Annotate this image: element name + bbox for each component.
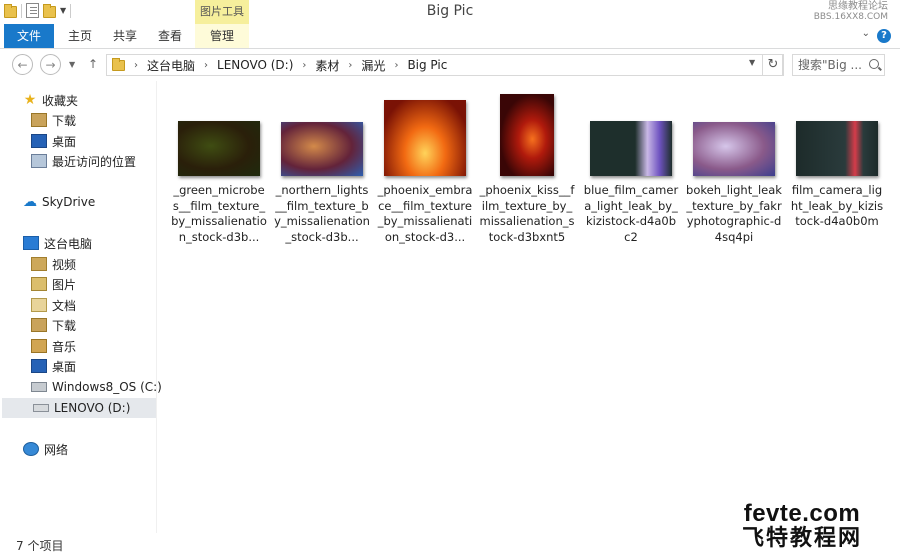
file-item[interactable]: _green_microbes__film_texture_by_missali… (171, 81, 267, 251)
navigation-bar: ← → ▼ ↑ › 这台电脑 › LENOVO (D:) › 素材 › 漏光 ›… (0, 49, 900, 81)
tab-file[interactable]: 文件 (4, 24, 54, 48)
breadcrumb-big-pic[interactable]: Big Pic (407, 58, 447, 72)
music-folder-icon (31, 339, 47, 353)
tab-share[interactable]: 共享 (103, 24, 147, 48)
file-item[interactable]: bokeh_light_leak_texture_by_fakryphotogr… (686, 81, 782, 251)
help-icon[interactable]: ? (877, 29, 891, 43)
computer-icon (23, 236, 39, 250)
sidebar-item-label: 桌面 (52, 134, 77, 149)
file-thumbnail (500, 94, 554, 176)
desktop-icon (31, 359, 47, 373)
sidebar-item-drive-d[interactable]: LENOVO (D:) (2, 398, 156, 418)
item-count: 7 个项目 (16, 539, 64, 553)
file-thumbnail (590, 121, 672, 176)
title-bar: ▼ 图片工具 Big Pic 思缘教程论坛 BBS.16XX8.COM (0, 0, 900, 24)
desktop-icon (31, 134, 47, 148)
cloud-icon: ☁ (23, 194, 37, 210)
file-name: film_camera_light_leak_by_kizistock-d4a0… (790, 183, 884, 228)
sidebar-item-label: 音乐 (52, 339, 77, 354)
file-name: blue_film_camera_light_leak_by_kizistock… (583, 183, 679, 244)
window-title: Big Pic (426, 3, 474, 19)
tab-manage[interactable]: 管理 (195, 24, 249, 48)
forum-watermark-title: 思缘教程论坛 (828, 1, 888, 12)
file-item[interactable]: _phoenix_embrace__film_texture_by_missal… (377, 81, 473, 251)
chevron-right-icon[interactable]: › (302, 60, 306, 71)
drive-icon (33, 404, 49, 412)
search-input[interactable]: 搜索"Big ... (792, 54, 885, 76)
search-icon (869, 59, 879, 69)
navigation-pane: ★ 收藏夹 下载 桌面 最近访问的位置 ☁ SkyDrive 这台电脑 视频 图片 … (0, 81, 162, 533)
breadcrumb-this-pc[interactable]: 这台电脑 (147, 57, 195, 74)
downloads-folder-icon (31, 318, 47, 332)
sidebar-item-label: LENOVO (D:) (54, 401, 131, 415)
videos-folder-icon (31, 257, 47, 271)
sidebar-item-label: Windows8_OS (C:) (52, 380, 162, 394)
tab-view[interactable]: 查看 (148, 24, 192, 48)
sidebar-item-label: 图片 (52, 277, 77, 292)
forum-watermark-url: BBS.16XX8.COM (813, 12, 888, 22)
downloads-folder-icon (31, 113, 47, 127)
file-item[interactable]: _northern_lights__film_texture_by_missal… (274, 81, 370, 251)
address-bar[interactable]: › 这台电脑 › LENOVO (D:) › 素材 › 漏光 › Big Pic (106, 54, 783, 76)
up-button[interactable]: ↑ (88, 57, 98, 71)
sidebar-item-label: 这台电脑 (44, 236, 93, 251)
recent-locations-dropdown[interactable]: ▼ (69, 60, 75, 69)
network-icon (23, 442, 39, 456)
site-watermark-url: fevte.com (743, 500, 861, 527)
sidebar-item-label: 视频 (52, 257, 77, 272)
file-list: _green_microbes__film_texture_by_missali… (157, 81, 900, 533)
forward-button[interactable]: → (40, 54, 61, 75)
sidebar-item-skydrive[interactable]: ☁ SkyDrive (0, 192, 179, 212)
drive-icon (31, 382, 47, 392)
folder-icon (112, 57, 125, 71)
sidebar-item-label: SkyDrive (42, 195, 96, 209)
file-item[interactable]: _phoenix_kiss__film_texture_by_missalien… (479, 81, 575, 251)
breadcrumb-materials[interactable]: 素材 (315, 57, 339, 74)
file-thumbnail (178, 121, 260, 176)
chevron-right-icon[interactable]: › (134, 60, 138, 71)
file-name: _northern_lights__film_texture_by_missal… (274, 183, 370, 244)
recent-places-icon (31, 154, 47, 168)
chevron-right-icon[interactable]: › (394, 60, 398, 71)
file-name: _phoenix_embrace__film_texture_by_missal… (377, 183, 473, 244)
forum-watermark: 思缘教程论坛 BBS.16XX8.COM (813, 1, 888, 23)
chevron-right-icon[interactable]: › (204, 60, 208, 71)
file-name: _phoenix_kiss__film_texture_by_missalien… (479, 183, 575, 244)
sidebar-item-label: 收藏夹 (42, 93, 79, 108)
file-thumbnail (281, 122, 363, 176)
ribbon-tabs: 文件 主页 共享 查看 管理 ⌄ ? (0, 24, 900, 49)
sidebar-item-label: 最近访问的位置 (52, 154, 137, 169)
sidebar-item-favorites[interactable]: ★ 收藏夹 (0, 90, 179, 110)
search-placeholder: 搜索"Big ... (798, 58, 862, 72)
sidebar-item-label: 桌面 (52, 359, 77, 374)
sidebar-item-network[interactable]: 网络 (0, 439, 179, 459)
file-item[interactable]: film_camera_light_leak_by_kizistock-d4a0… (789, 81, 885, 251)
pictures-folder-icon (31, 277, 47, 291)
site-watermark-name: 飞特教程网 (741, 526, 862, 551)
expand-ribbon-icon[interactable]: ⌄ (862, 28, 870, 39)
documents-folder-icon (31, 298, 47, 312)
chevron-right-icon[interactable]: › (348, 60, 352, 71)
address-history-dropdown[interactable]: ▼ (749, 58, 755, 67)
file-name: _green_microbes__film_texture_by_missali… (171, 183, 267, 244)
file-item[interactable]: blue_film_camera_light_leak_by_kizistock… (583, 81, 679, 251)
file-thumbnail (693, 122, 775, 176)
sidebar-item-this-pc[interactable]: 这台电脑 (0, 233, 179, 253)
sidebar-item-label: 网络 (44, 442, 69, 457)
tab-home[interactable]: 主页 (58, 24, 102, 48)
sidebar-item-label: 下载 (52, 113, 77, 128)
star-icon: ★ (23, 92, 37, 108)
sidebar-item-label: 下载 (52, 318, 77, 333)
file-name: bokeh_light_leak_texture_by_fakryphotogr… (686, 183, 782, 244)
file-thumbnail (796, 121, 878, 176)
back-button[interactable]: ← (12, 54, 33, 75)
refresh-button[interactable]: ↻ (762, 54, 784, 76)
breadcrumb-light-leak[interactable]: 漏光 (361, 57, 385, 74)
breadcrumb-drive-d[interactable]: LENOVO (D:) (217, 58, 293, 72)
file-thumbnail (384, 100, 466, 176)
site-watermark: fevte.com 飞特教程网 (742, 502, 862, 552)
sidebar-item-label: 文档 (52, 298, 77, 313)
